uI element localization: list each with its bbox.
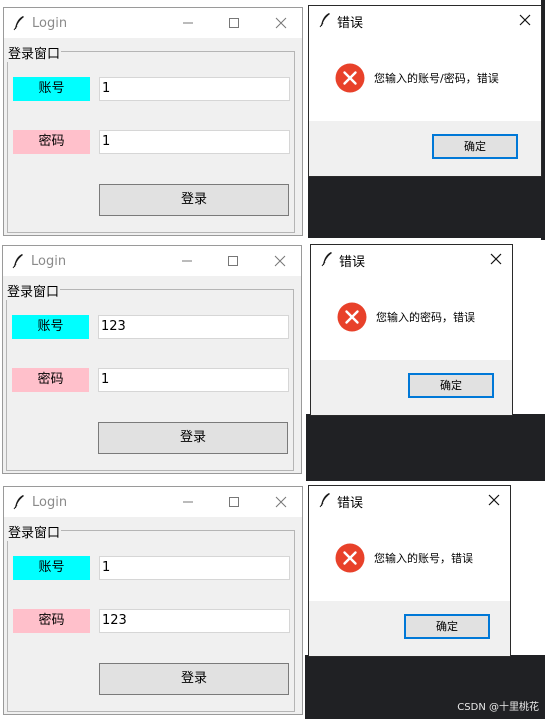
- login-title: Login: [32, 495, 68, 510]
- password-input[interactable]: 1: [99, 130, 290, 154]
- error-icon: [335, 543, 365, 573]
- password-input[interactable]: 1: [98, 368, 289, 392]
- login-window: Login 登录窗口 账号 1 密码 1 登录: [3, 7, 303, 236]
- account-input[interactable]: 1: [99, 556, 290, 580]
- watermark: CSDN @十里桃花: [457, 702, 539, 713]
- error-message: 您输入的账号/密码，错误: [374, 72, 499, 85]
- dialog-close-button[interactable]: [485, 248, 507, 270]
- close-button[interactable]: [265, 249, 295, 273]
- maximize-icon: [229, 497, 239, 507]
- close-icon: [275, 496, 287, 508]
- dialog-footer: 确定: [309, 121, 541, 176]
- account-input[interactable]: 123: [98, 315, 289, 339]
- group-label: 登录窗口: [7, 522, 62, 541]
- group-label: 登录窗口: [6, 281, 61, 300]
- error-message: 您输入的账号，错误: [374, 552, 473, 565]
- login-button[interactable]: 登录: [99, 184, 289, 216]
- dialog-footer: 确定: [309, 601, 510, 656]
- dialog-title: 错误: [337, 16, 364, 31]
- password-input[interactable]: 123: [99, 609, 290, 633]
- ok-button[interactable]: 确定: [408, 373, 494, 398]
- error-dialog: 错误 您输入的账号/密码，错误 确定: [308, 5, 542, 177]
- close-button[interactable]: [266, 490, 296, 514]
- minimize-button[interactable]: [173, 11, 203, 35]
- close-icon: [519, 14, 531, 26]
- dialog-titlebar[interactable]: 错误: [311, 245, 512, 273]
- dialog-titlebar[interactable]: 错误: [309, 6, 541, 34]
- feather-icon: [12, 254, 23, 269]
- login-titlebar[interactable]: Login: [4, 8, 302, 38]
- login-window: Login 登录窗口 账号 1 密码 123 登录: [3, 486, 303, 715]
- maximize-button[interactable]: [219, 11, 249, 35]
- maximize-icon: [228, 256, 238, 266]
- close-icon: [490, 253, 502, 265]
- minimize-icon: [182, 260, 192, 262]
- minimize-icon: [183, 22, 193, 24]
- login-title: Login: [31, 254, 67, 269]
- login-button[interactable]: 登录: [99, 663, 289, 695]
- maximize-button[interactable]: [219, 490, 249, 514]
- ok-button[interactable]: 确定: [432, 134, 518, 159]
- error-dialog: 错误 您输入的账号，错误 确定: [308, 485, 511, 657]
- feather-icon: [319, 493, 330, 508]
- feather-icon: [321, 252, 332, 267]
- dialog-title: 错误: [339, 255, 366, 270]
- minimize-button[interactable]: [172, 249, 202, 273]
- password-label: 密码: [13, 609, 90, 633]
- account-label: 账号: [12, 315, 89, 339]
- account-label: 账号: [13, 77, 90, 101]
- dialog-title: 错误: [337, 496, 364, 511]
- login-titlebar[interactable]: Login: [4, 487, 302, 517]
- account-input[interactable]: 1: [99, 77, 290, 101]
- close-button[interactable]: [266, 11, 296, 35]
- login-window: Login 登录窗口 账号 123 密码 1 登录: [2, 245, 302, 474]
- minimize-icon: [183, 501, 193, 503]
- close-icon: [275, 17, 287, 29]
- login-button[interactable]: 登录: [98, 422, 288, 454]
- minimize-button[interactable]: [173, 490, 203, 514]
- error-icon: [337, 302, 367, 332]
- password-label: 密码: [12, 368, 89, 392]
- feather-icon: [319, 13, 330, 28]
- login-titlebar[interactable]: Login: [3, 246, 301, 276]
- password-label: 密码: [13, 130, 90, 154]
- maximize-icon: [229, 18, 239, 28]
- dialog-titlebar[interactable]: 错误: [309, 486, 510, 514]
- close-icon: [488, 494, 500, 506]
- dialog-footer: 确定: [311, 360, 512, 415]
- feather-icon: [13, 16, 24, 31]
- error-icon: [335, 63, 365, 93]
- feather-icon: [13, 495, 24, 510]
- dialog-close-button[interactable]: [483, 489, 505, 511]
- maximize-button[interactable]: [218, 249, 248, 273]
- ok-button[interactable]: 确定: [404, 614, 490, 639]
- close-icon: [274, 255, 286, 267]
- group-label: 登录窗口: [7, 43, 62, 62]
- error-dialog: 错误 您输入的密码，错误 确定: [310, 244, 513, 416]
- error-message: 您输入的密码，错误: [376, 311, 475, 324]
- account-label: 账号: [13, 556, 90, 580]
- login-title: Login: [32, 16, 68, 31]
- dialog-close-button[interactable]: [514, 9, 536, 31]
